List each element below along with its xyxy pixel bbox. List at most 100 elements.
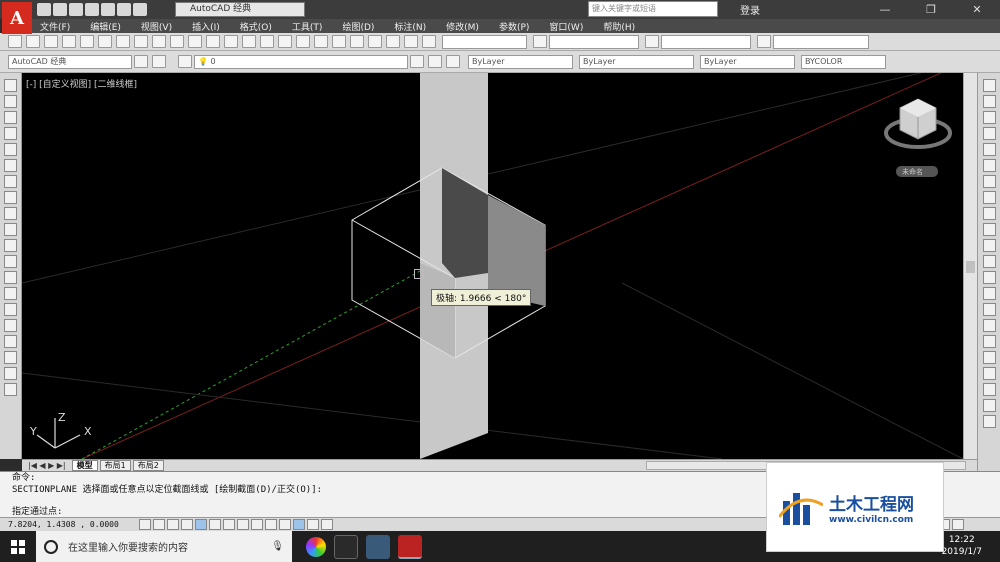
microphone-icon[interactable]: 🎙 — [271, 541, 284, 552]
otrack-toggle[interactable] — [237, 519, 249, 530]
erase-icon[interactable] — [982, 78, 996, 92]
table-style-icon[interactable] — [645, 35, 659, 48]
draworder-above-icon[interactable] — [982, 398, 996, 412]
trim-icon[interactable] — [982, 222, 996, 236]
text-style-combo[interactable] — [442, 34, 527, 49]
dyn-toggle[interactable] — [265, 519, 277, 530]
viewcube[interactable] — [884, 98, 952, 149]
layer-previous-icon[interactable] — [428, 55, 442, 68]
undo-icon[interactable] — [188, 35, 202, 48]
rectangle-icon[interactable] — [4, 142, 17, 156]
workspace-save-icon[interactable] — [152, 55, 166, 68]
extend-icon[interactable] — [982, 238, 996, 252]
preview-icon[interactable] — [80, 35, 94, 48]
menu-item-11[interactable]: 帮助(H) — [603, 20, 635, 33]
tab-layout1[interactable]: 布局1 — [99, 460, 131, 471]
ortho-toggle[interactable] — [181, 519, 193, 530]
color-combo[interactable]: ByLayer — [468, 54, 573, 69]
autocad-logo[interactable]: A — [2, 2, 32, 34]
menu-item-0[interactable]: 文件(F) — [40, 20, 70, 33]
menu-item-5[interactable]: 工具(T) — [292, 20, 323, 33]
add-selected-icon[interactable] — [4, 382, 17, 396]
lineweight-toggle[interactable] — [279, 519, 291, 530]
hardware-acceleration-icon[interactable] — [952, 519, 964, 530]
workspace-select[interactable]: AutoCAD 经典 — [175, 2, 305, 17]
search-input[interactable]: 键入关键字或短语 — [588, 1, 718, 17]
workspace-settings-icon[interactable] — [134, 55, 148, 68]
draworder-below-icon[interactable] — [982, 414, 996, 428]
menu-item-6[interactable]: 绘图(D) — [342, 20, 374, 33]
insert-block-icon[interactable] — [4, 254, 17, 268]
snap-toggle[interactable] — [153, 519, 165, 530]
copy-icon[interactable] — [982, 94, 996, 108]
vertical-scrollbar[interactable] — [963, 73, 977, 459]
make-current-icon[interactable] — [410, 55, 424, 68]
hatch-icon[interactable] — [4, 302, 17, 316]
minimize-button[interactable]: — — [862, 0, 908, 19]
pan-icon[interactable] — [224, 35, 238, 48]
paste-icon[interactable] — [152, 35, 166, 48]
undo-icon[interactable] — [117, 3, 131, 16]
ellipse-arc-icon[interactable] — [4, 238, 17, 252]
menu-item-10[interactable]: 窗口(W) — [549, 20, 583, 33]
multiline-text-icon[interactable] — [4, 366, 17, 380]
infer-constraints-toggle[interactable] — [139, 519, 151, 530]
quick-properties-toggle[interactable] — [307, 519, 319, 530]
save-icon[interactable] — [44, 35, 58, 48]
polyline-icon[interactable] — [4, 110, 17, 124]
draworder-front-icon[interactable] — [982, 366, 996, 380]
dimension-style-combo[interactable] — [549, 34, 639, 49]
menu-item-1[interactable]: 编辑(E) — [90, 20, 121, 33]
fillet-icon[interactable] — [982, 318, 996, 332]
explode-icon[interactable] — [982, 350, 996, 364]
autocad-taskbar-icon[interactable] — [398, 534, 422, 559]
3d-osnap-toggle[interactable] — [223, 519, 235, 530]
grid-toggle[interactable] — [167, 519, 179, 530]
sheet-set-icon[interactable] — [350, 35, 364, 48]
calculator-icon[interactable] — [386, 35, 400, 48]
draworder-back-icon[interactable] — [982, 382, 996, 396]
photos-app-icon[interactable] — [306, 536, 326, 557]
help-icon[interactable] — [404, 35, 418, 48]
print-icon[interactable] — [62, 35, 76, 48]
plotstyle-combo[interactable]: BYCOLOR — [801, 54, 886, 69]
redo-icon[interactable] — [206, 35, 220, 48]
design-center-icon[interactable] — [314, 35, 328, 48]
revision-cloud-icon[interactable] — [4, 190, 17, 204]
linetype-combo[interactable]: ByLayer — [579, 54, 694, 69]
polygon-icon[interactable] — [4, 126, 17, 140]
break-icon[interactable] — [982, 270, 996, 284]
menu-item-3[interactable]: 插入(I) — [192, 20, 220, 33]
make-block-icon[interactable] — [4, 270, 17, 284]
join-icon[interactable] — [982, 286, 996, 300]
line-icon[interactable] — [4, 78, 17, 92]
circle-icon[interactable] — [4, 174, 17, 188]
osnap-toggle[interactable] — [209, 519, 221, 530]
zoom-realtime-icon[interactable] — [242, 35, 256, 48]
cut-icon[interactable] — [116, 35, 130, 48]
open-file-icon[interactable] — [53, 3, 67, 16]
chamfer-icon[interactable] — [982, 302, 996, 316]
layer-state-icon[interactable] — [446, 55, 460, 68]
scrollbar-thumb[interactable] — [966, 261, 975, 273]
close-button[interactable]: ✕ — [954, 0, 1000, 19]
stretch-icon[interactable] — [982, 206, 996, 220]
tab-layout2[interactable]: 布局2 — [132, 460, 164, 471]
menu-item-2[interactable]: 视图(V) — [141, 20, 172, 33]
text-style-icon[interactable] — [422, 35, 436, 48]
dimension-style-icon[interactable] — [533, 35, 547, 48]
ducs-toggle[interactable] — [251, 519, 263, 530]
video-app-icon[interactable] — [334, 534, 358, 559]
start-button[interactable] — [0, 531, 36, 562]
blend-icon[interactable] — [982, 334, 996, 348]
login-button[interactable]: 登录 — [740, 2, 760, 17]
properties-icon[interactable] — [296, 35, 310, 48]
tool-palettes-icon[interactable] — [332, 35, 346, 48]
construction-line-icon[interactable] — [4, 94, 17, 108]
workspace-combo[interactable]: AutoCAD 经典 — [8, 54, 132, 69]
save-as-icon[interactable] — [85, 3, 99, 16]
multileader-style-combo[interactable] — [773, 34, 869, 49]
spline-icon[interactable] — [4, 206, 17, 220]
mirror-icon[interactable] — [982, 110, 996, 124]
open-icon[interactable] — [26, 35, 40, 48]
